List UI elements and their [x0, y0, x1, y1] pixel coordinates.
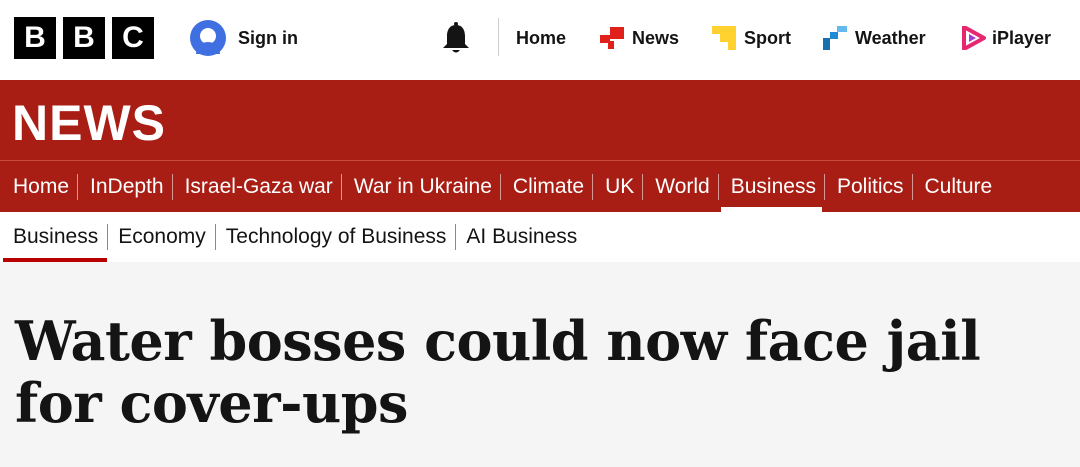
- global-nav-news[interactable]: News: [600, 20, 679, 56]
- nav-item-israel-gaza-war[interactable]: Israel-Gaza war: [173, 161, 341, 212]
- news-logo[interactable]: NEWS: [12, 94, 166, 152]
- global-nav-label: Home: [516, 27, 567, 48]
- news-section-banner: NEWS: [0, 80, 1080, 161]
- nav-item-climate[interactable]: Climate: [501, 161, 592, 212]
- subnav-item-ai-business[interactable]: AI Business: [456, 212, 586, 262]
- bbc-logo[interactable]: B B C: [14, 17, 154, 59]
- sign-in-button[interactable]: Sign in: [190, 20, 298, 56]
- iplayer-icon: [962, 26, 986, 50]
- news-main-nav: Home InDepth Israel-Gaza war War in Ukra…: [0, 161, 1080, 212]
- global-nav-home[interactable]: Home: [516, 20, 566, 56]
- nav-item-world[interactable]: World: [643, 161, 717, 212]
- nav-item-war-in-ukraine[interactable]: War in Ukraine: [342, 161, 500, 212]
- global-nav-label: Sport: [744, 27, 791, 48]
- subnav-item-business[interactable]: Business: [0, 212, 108, 262]
- global-header: B B C Sign in Home News Sport Weather iP…: [0, 0, 1080, 80]
- global-nav-label: iPlayer: [992, 27, 1052, 48]
- nav-item-indepth[interactable]: InDepth: [78, 161, 172, 212]
- global-nav-label: News: [632, 27, 680, 48]
- article-headline: Water bosses could now face jail for cov…: [15, 309, 981, 435]
- sign-in-label: Sign in: [238, 27, 298, 48]
- nav-item-uk[interactable]: UK: [593, 161, 642, 212]
- sport-icon: [712, 26, 736, 50]
- global-nav-label: Weather: [855, 27, 926, 48]
- news-icon: [600, 27, 624, 49]
- notifications-bell-icon[interactable]: [440, 22, 472, 56]
- nav-item-culture[interactable]: Culture: [913, 161, 1001, 212]
- bbc-logo-letter: B: [63, 17, 105, 59]
- subnav-item-technology-of-business[interactable]: Technology of Business: [216, 212, 456, 262]
- nav-item-politics[interactable]: Politics: [825, 161, 912, 212]
- bbc-logo-letter: C: [112, 17, 154, 59]
- header-divider: [498, 18, 499, 56]
- bbc-logo-letter: B: [14, 17, 56, 59]
- global-nav-weather[interactable]: Weather: [823, 20, 926, 56]
- business-sub-nav: Business Economy Technology of Business …: [0, 212, 1080, 262]
- weather-icon: [823, 26, 847, 50]
- account-icon: [190, 20, 226, 56]
- global-nav-iplayer[interactable]: iPlayer: [962, 20, 1051, 56]
- subnav-item-economy[interactable]: Economy: [108, 212, 215, 262]
- nav-item-business[interactable]: Business: [719, 161, 824, 212]
- nav-item-home[interactable]: Home: [0, 161, 77, 212]
- global-nav-sport[interactable]: Sport: [712, 20, 791, 56]
